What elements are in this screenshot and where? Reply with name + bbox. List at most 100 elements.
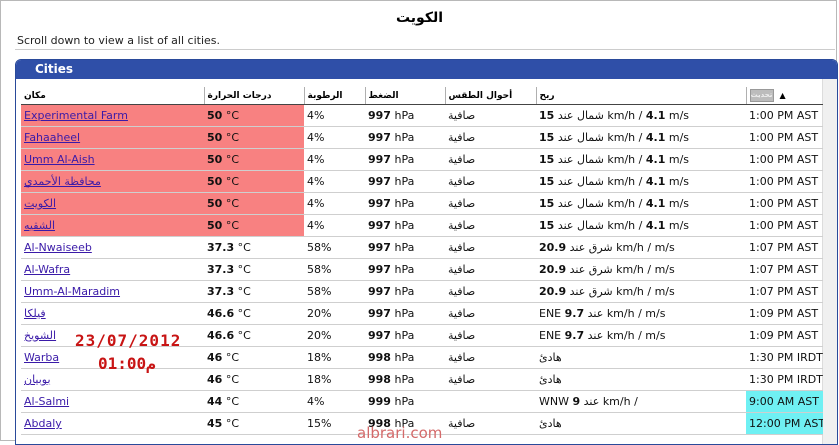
wind-speed: 20.9 [539, 263, 567, 276]
city-link[interactable]: الكويت [24, 197, 56, 210]
city-link[interactable]: Warba [24, 351, 59, 364]
cell-humidity: 18% [304, 368, 365, 391]
cell-updated: 1:07 PM AST [746, 236, 823, 259]
wind-ms: 4.1 [645, 197, 666, 210]
wind-ms: 4.1 [645, 131, 666, 144]
wind-direction: شرق عند [569, 285, 613, 298]
cell-temp: 46 °C [204, 346, 304, 369]
wind-text: هادئ [539, 351, 562, 364]
pressure-value: 997 [368, 197, 391, 210]
city-link[interactable]: Al-Salmi [24, 395, 69, 408]
pressure-value: 997 [368, 175, 391, 188]
cell-conditions: صافية [445, 104, 536, 127]
cell-city: Umm Al-Aish [21, 148, 204, 171]
cell-wind: 15 شمال عند km/h / 4.1 m/s [536, 170, 746, 193]
cell-temp: 46.6 °C [204, 324, 304, 347]
wind-ms-unit: m/s [668, 175, 690, 188]
wind-unit: km/h / [606, 307, 642, 320]
cell-pressure: 997 hPa [365, 170, 445, 193]
wind-unit: km/h / [616, 285, 652, 298]
wind-speed: 15 [539, 175, 555, 188]
cell-pressure: 997 hPa [365, 236, 445, 259]
cell-city: Abdaly [21, 412, 204, 435]
wind-direction: شمال عند [557, 131, 604, 144]
temp-value: 50 [207, 153, 223, 166]
cell-pressure: 997 hPa [365, 126, 445, 149]
cell-humidity: 58% [304, 280, 365, 303]
wind-speed: 9.7 [564, 329, 585, 342]
pressure-value: 997 [368, 329, 391, 342]
cell-updated: 1:00 PM AST [746, 126, 823, 149]
city-link[interactable]: Al-Wafra [24, 263, 70, 276]
table-row: Al-Wafra 37.3 °C 58% 997 hPa صافية 20.9 شرق ع… [21, 258, 823, 281]
temp-unit: °C [237, 285, 251, 298]
pressure-value: 997 [368, 153, 391, 166]
table-row: Al-Nwaiseeb 37.3 °C 58% 997 hPa صافية 20.9 شر… [21, 236, 823, 259]
wind-speed: 15 [539, 153, 555, 166]
city-link[interactable]: محافظة الأحمدي [24, 175, 101, 188]
temp-value: 46.6 [207, 329, 235, 342]
temp-value: 50 [207, 131, 223, 144]
temp-unit: °C [225, 197, 239, 210]
cell-wind: 20.9 شرق عند km/h / m/s [536, 280, 746, 303]
col-pressure-header[interactable]: الضغط [365, 87, 446, 105]
wind-ms-unit: m/s [654, 285, 675, 298]
wind-ms-unit: m/s [668, 153, 690, 166]
cell-wind: ENE 9.7 عند km/h / m/s [536, 302, 746, 325]
city-link[interactable]: Experimental Farm [24, 109, 128, 122]
cell-pressure: 997 hPa [365, 280, 445, 303]
wind-unit: km/h / [607, 153, 643, 166]
pressure-unit: hPa [394, 307, 415, 320]
cell-temp: 50 °C [204, 214, 304, 237]
pressure-value: 997 [368, 219, 391, 232]
pressure-unit: hPa [394, 285, 415, 298]
pressure-value: 997 [368, 131, 391, 144]
col-temp-header[interactable]: درجات الحرارة [204, 87, 305, 105]
table-row: الشقيه 50 °C 4% 997 hPa صافية 15 شمال عند km/… [21, 214, 823, 237]
city-link[interactable]: Fahaaheel [24, 131, 80, 144]
city-link[interactable]: Abdaly [24, 417, 62, 430]
cell-updated: 1:09 PM AST [746, 302, 823, 325]
date-stamp: 23/07/2012 [75, 331, 182, 350]
cell-humidity: 4% [304, 214, 365, 237]
cell-wind: 15 شمال عند km/h / 4.1 m/s [536, 148, 746, 171]
city-link[interactable]: Al-Nwaiseeb [24, 241, 92, 254]
cell-temp: 44 °C [204, 390, 304, 413]
cell-updated: 9:00 AM AST [746, 390, 823, 413]
wind-text: هادئ [539, 417, 562, 430]
city-link[interactable]: الشويخ [24, 329, 56, 342]
cell-pressure: 997 hPa [365, 324, 445, 347]
wind-ms: 4.1 [645, 219, 666, 232]
col-place-header[interactable]: مكان [21, 87, 205, 105]
pressure-unit: hPa [394, 351, 415, 364]
city-link[interactable]: فيلكا [24, 307, 46, 320]
temp-unit: °C [225, 417, 239, 430]
cell-conditions [445, 390, 536, 413]
cell-updated: 1:00 PM AST [746, 214, 823, 237]
table-row: Al-Salmi 44 °C 4% 999 hPa WNW 9 عند km/h / 9… [21, 390, 823, 413]
col-wind-header[interactable]: ريح [536, 87, 747, 105]
wind-unit: km/h / [606, 329, 642, 342]
col-humidity-header[interactable]: الرطوبة [304, 87, 366, 105]
cell-updated: 1:00 PM AST [746, 104, 823, 127]
city-link[interactable]: Umm Al-Aish [24, 153, 95, 166]
cell-conditions: صافية [445, 258, 536, 281]
city-link[interactable]: بوبيان [24, 373, 51, 386]
temp-value: 37.3 [207, 263, 235, 276]
cell-conditions: صافية [445, 148, 536, 171]
cell-wind: 20.9 شرق عند km/h / m/s [536, 258, 746, 281]
temp-value: 45 [207, 417, 223, 430]
cell-conditions: صافية [445, 280, 536, 303]
table-row: Experimental Farm 50 °C 4% 997 hPa صافية 15 ش… [21, 104, 823, 127]
wind-ms-unit: m/s [645, 329, 666, 342]
cell-humidity: 4% [304, 192, 365, 215]
temp-unit: °C [225, 219, 239, 232]
cell-conditions: صافية [445, 412, 536, 435]
col-conditions-header[interactable]: أحوال الطقس [445, 87, 537, 105]
col-updated-header[interactable]: تحديث ▲ [746, 87, 823, 105]
city-link[interactable]: الشقيه [24, 219, 55, 232]
scrollbar[interactable] [822, 79, 837, 444]
watermark: albrari.com [357, 424, 443, 442]
city-link[interactable]: Umm-Al-Maradim [24, 285, 120, 298]
updated-sort-button[interactable]: تحديث [749, 89, 774, 102]
